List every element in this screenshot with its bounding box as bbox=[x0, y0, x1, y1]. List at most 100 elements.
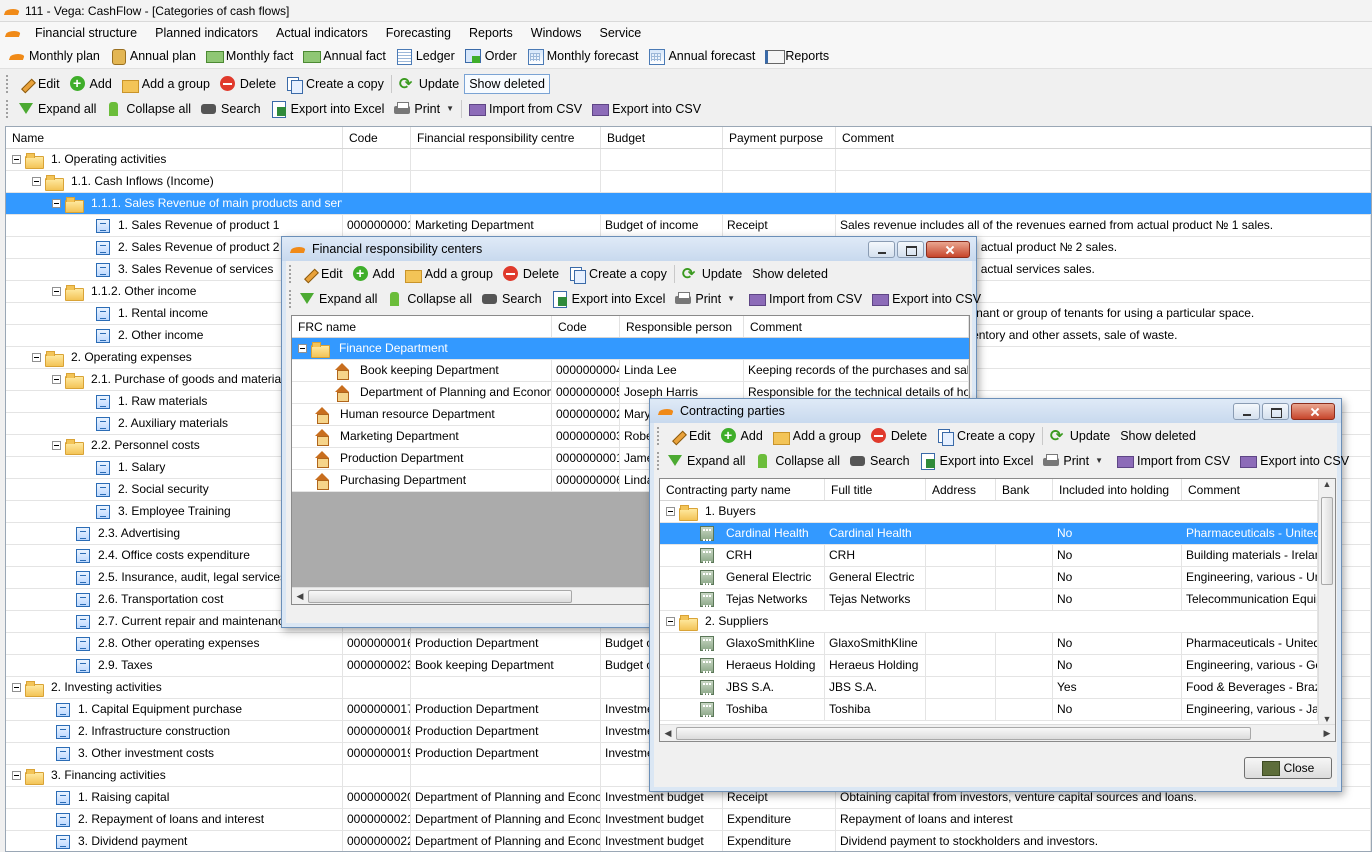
name-cell[interactable]: 1.1.1. Sales Revenue of main products an… bbox=[6, 193, 343, 214]
column-header-payment-purpose[interactable]: Payment purpose bbox=[723, 127, 836, 148]
cell-comment[interactable]: Keeping records of the purchases and sal… bbox=[744, 360, 969, 381]
cell-frc[interactable]: Department of Planning and Economic bbox=[411, 787, 601, 808]
frc-name-cell[interactable]: Purchasing Department bbox=[292, 470, 552, 491]
cell-code[interactable] bbox=[343, 193, 411, 214]
cp-column-header-name[interactable]: Contracting party name bbox=[660, 479, 825, 500]
name-cell[interactable]: 1. Capital Equipment purchase bbox=[6, 699, 343, 720]
table-row[interactable]: Cardinal Health Cardinal Health No Pharmace… bbox=[660, 523, 1318, 545]
cell-address[interactable] bbox=[926, 545, 996, 566]
minimize-button[interactable] bbox=[868, 241, 895, 258]
cp-delete-button[interactable]: Delete bbox=[866, 425, 932, 447]
cell-code[interactable]: 0000000019 bbox=[343, 743, 411, 764]
export-csv-button[interactable]: Export into CSV bbox=[587, 98, 706, 120]
delete-button[interactable]: Delete bbox=[215, 73, 281, 95]
cell-frc[interactable] bbox=[411, 193, 601, 214]
cell-comment[interactable] bbox=[744, 338, 969, 359]
frc-name-cell[interactable]: Human resource Department bbox=[292, 404, 552, 425]
print-button[interactable]: Print ▼ bbox=[389, 98, 459, 120]
table-row[interactable]: 1.1.1. Sales Revenue of main products an… bbox=[6, 193, 1371, 215]
name-cell[interactable]: 1. Sales Revenue of product 1 bbox=[6, 215, 343, 236]
cell-address[interactable] bbox=[926, 677, 996, 698]
cell-frc[interactable] bbox=[411, 171, 601, 192]
table-row[interactable]: JBS S.A. JBS S.A. Yes Food & Beverages - Br… bbox=[660, 677, 1318, 699]
cp-collapse-all-button[interactable]: Collapse all bbox=[750, 450, 845, 472]
cell-full[interactable]: JBS S.A. bbox=[825, 677, 926, 698]
cp-edit-button[interactable]: Edit bbox=[664, 425, 716, 447]
table-row[interactable]: 3. Dividend payment 0000000022 Department … bbox=[6, 831, 1371, 851]
cell-holding[interactable]: No bbox=[1053, 523, 1182, 544]
frc-name-cell[interactable]: Finance Department bbox=[292, 338, 552, 359]
group-row[interactable]: 1. Buyers bbox=[660, 501, 1318, 523]
cell-frc[interactable] bbox=[411, 677, 601, 698]
cell-code[interactable] bbox=[552, 338, 620, 359]
cell-comment[interactable]: Sales revenue includes all of the revenu… bbox=[836, 215, 1371, 236]
name-cell[interactable]: 2.9. Taxes bbox=[6, 655, 343, 676]
cp-grid[interactable]: Contracting party name Full title Addres… bbox=[659, 478, 1336, 742]
collapse-all-button[interactable]: Collapse all bbox=[101, 98, 196, 120]
cell-comment[interactable]: Pharmaceuticals - United Sta bbox=[1182, 523, 1318, 544]
collapse-toggle-icon[interactable] bbox=[52, 375, 61, 384]
cp-copy-button[interactable]: Create a copy bbox=[932, 425, 1040, 447]
scroll-left-icon[interactable]: ◀ bbox=[660, 728, 676, 739]
table-row[interactable]: 1. Sales Revenue of product 1 0000000001 M… bbox=[6, 215, 1371, 237]
scroll-down-icon[interactable]: ▼ bbox=[1319, 714, 1335, 724]
nav-monthly-plan-button[interactable]: Monthly plan bbox=[4, 45, 105, 67]
cell-frc[interactable] bbox=[411, 149, 601, 170]
minimize-button[interactable] bbox=[1233, 403, 1260, 420]
cell-purpose[interactable] bbox=[723, 171, 836, 192]
cell-comment[interactable] bbox=[836, 171, 1371, 192]
frc-name-cell[interactable]: Marketing Department bbox=[292, 426, 552, 447]
frc-add-group-button[interactable]: Add a group bbox=[400, 263, 498, 285]
chevron-down-icon[interactable]: ▼ bbox=[727, 294, 735, 303]
cell-holding[interactable]: No bbox=[1053, 633, 1182, 654]
app-menu-icon[interactable] bbox=[0, 25, 26, 41]
group-row[interactable]: 2. Suppliers bbox=[660, 611, 1318, 633]
maximize-button[interactable] bbox=[897, 241, 924, 258]
close-button[interactable]: Close bbox=[1244, 757, 1332, 779]
cell-code[interactable] bbox=[343, 171, 411, 192]
column-header-code[interactable]: Code bbox=[343, 127, 411, 148]
cp-column-header-address[interactable]: Address bbox=[926, 479, 996, 500]
toolbar-grip[interactable] bbox=[6, 74, 10, 93]
cell-comment[interactable]: Repayment of loans and interest bbox=[836, 809, 1371, 830]
column-header-comment[interactable]: Comment bbox=[836, 127, 1371, 148]
nav-ledger-button[interactable]: Ledger bbox=[391, 45, 460, 67]
name-cell[interactable]: 3. Other investment costs bbox=[6, 743, 343, 764]
collapse-toggle-icon[interactable] bbox=[12, 771, 21, 780]
collapse-toggle-icon[interactable] bbox=[32, 177, 41, 186]
cell-code[interactable]: 0000000016 bbox=[343, 633, 411, 654]
cell-code[interactable] bbox=[343, 149, 411, 170]
cp-vertical-scrollbar[interactable]: ▲ ▼ bbox=[1318, 479, 1335, 724]
cell-frc[interactable]: Production Department bbox=[411, 743, 601, 764]
cp-import-csv-button[interactable]: Import from CSV bbox=[1112, 450, 1235, 472]
cell-address[interactable] bbox=[926, 567, 996, 588]
frc-update-button[interactable]: Update bbox=[677, 263, 747, 285]
table-row[interactable]: 2. Repayment of loans and interest 000000… bbox=[6, 809, 1371, 831]
cp-export-excel-button[interactable]: Export into Excel bbox=[915, 450, 1039, 472]
name-cell[interactable]: 1. Operating activities bbox=[6, 149, 343, 170]
cell-code[interactable]: 0000000017 bbox=[343, 699, 411, 720]
cell-purpose[interactable]: Expenditure bbox=[723, 831, 836, 851]
cell-bank[interactable] bbox=[996, 633, 1053, 654]
cell-frc[interactable]: Department of Planning and Economic bbox=[411, 831, 601, 851]
frc-column-header-name[interactable]: FRC name bbox=[292, 316, 552, 337]
cell-comment[interactable]: Telecommunication Equipme bbox=[1182, 589, 1318, 610]
nav-reports-button[interactable]: Reports bbox=[760, 45, 834, 67]
cp-name-cell[interactable]: GlaxoSmithKline bbox=[660, 633, 825, 654]
frc-export-excel-button[interactable]: Export into Excel bbox=[547, 288, 671, 310]
frc-show-deleted-toggle[interactable]: Show deleted bbox=[747, 263, 833, 285]
cell-frc[interactable]: Book keeping Department bbox=[411, 655, 601, 676]
cp-add-group-button[interactable]: Add a group bbox=[768, 425, 866, 447]
menu-reports[interactable]: Reports bbox=[460, 22, 522, 44]
update-button[interactable]: Update bbox=[394, 73, 464, 95]
cell-code[interactable]: 0000000020 bbox=[343, 787, 411, 808]
column-header-budget[interactable]: Budget bbox=[601, 127, 723, 148]
menu-financial-structure[interactable]: Financial structure bbox=[26, 22, 146, 44]
nav-monthly-fact-button[interactable]: Monthly fact bbox=[201, 45, 298, 67]
name-cell[interactable]: 3. Dividend payment bbox=[6, 831, 343, 851]
close-window-button[interactable] bbox=[926, 241, 970, 258]
cell-code[interactable] bbox=[343, 765, 411, 786]
cell-code[interactable]: 0000000006 bbox=[552, 470, 620, 491]
cp-horizontal-scrollbar[interactable]: ◀ ▶ bbox=[660, 724, 1335, 741]
frc-name-cell[interactable]: Production Department bbox=[292, 448, 552, 469]
